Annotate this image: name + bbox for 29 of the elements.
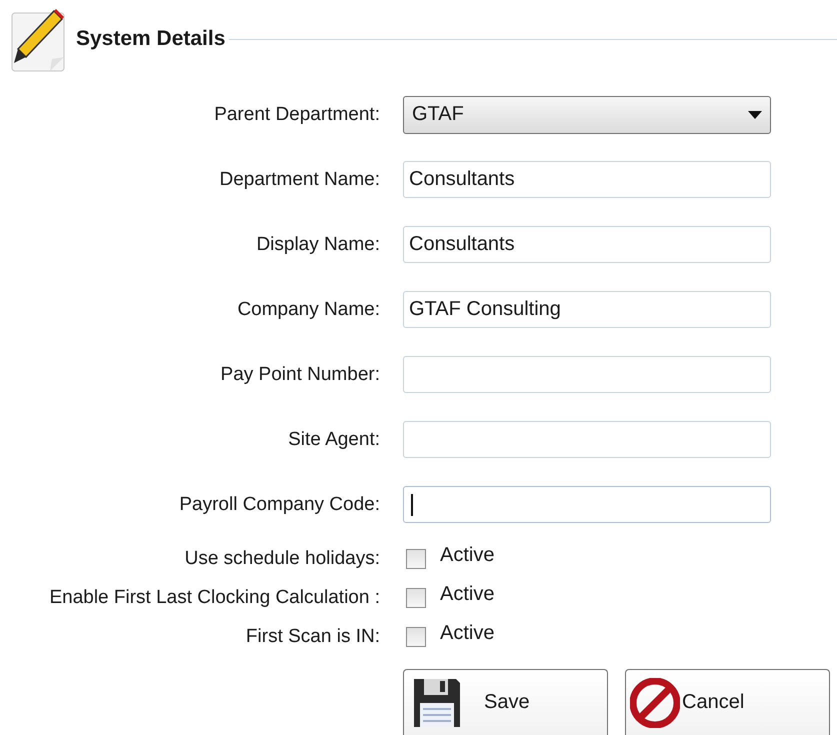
input-field[interactable]: GTAF Consulting — [403, 291, 771, 328]
checkbox-label: Use schedule holidays: — [184, 548, 380, 570]
field-label: Site Agent: — [288, 428, 380, 450]
input-field[interactable]: Consultants — [403, 226, 771, 263]
cancel-button[interactable]: Cancel — [625, 669, 830, 735]
checkbox[interactable] — [406, 588, 426, 608]
save-button[interactable]: Save — [403, 669, 608, 735]
dropdown[interactable]: GTAF — [403, 96, 771, 134]
field-label: Department Name: — [219, 168, 380, 190]
section-title: System Details — [76, 27, 226, 51]
checkbox-text: Active — [440, 622, 494, 645]
field-label: Parent Department: — [214, 104, 380, 126]
checkbox-label: First Scan is IN: — [246, 626, 380, 648]
checkbox[interactable] — [406, 626, 426, 646]
field-label: Display Name: — [256, 234, 380, 256]
input-field[interactable] — [403, 421, 771, 458]
checkbox-label: Enable First Last Clocking Calculation : — [49, 586, 380, 608]
checkbox[interactable] — [406, 548, 426, 568]
caret-icon — [748, 110, 762, 118]
field-label: Company Name: — [237, 298, 380, 320]
field-label: Payroll Company Code: — [179, 494, 380, 516]
prohibited-icon — [630, 678, 680, 728]
checkbox-text: Active — [440, 544, 494, 567]
checkbox-text: Active — [440, 583, 494, 606]
input-field[interactable] — [403, 356, 771, 393]
field-label: Pay Point Number: — [220, 364, 380, 386]
text-cursor — [411, 494, 413, 516]
input-field[interactable]: Consultants — [403, 161, 771, 198]
input-field[interactable] — [403, 486, 771, 523]
